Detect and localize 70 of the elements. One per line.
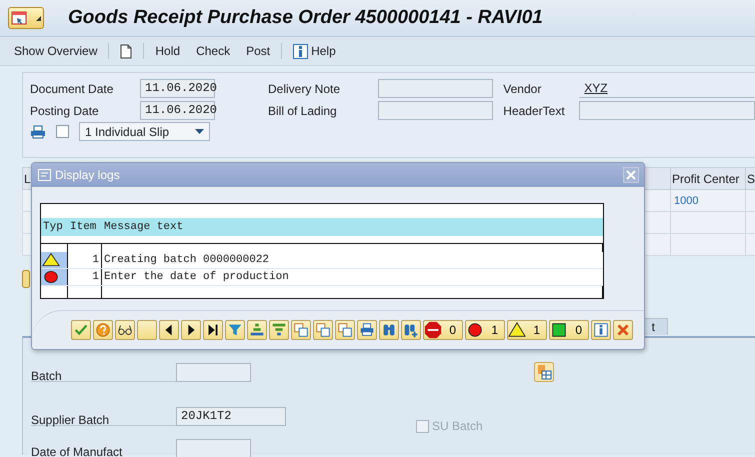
close-icon xyxy=(626,170,636,180)
binoculars-plus-button[interactable] xyxy=(401,320,421,340)
list-icon[interactable] xyxy=(22,270,30,288)
field-label: HeaderText xyxy=(503,104,566,118)
glasses-button[interactable] xyxy=(115,320,135,340)
input-field[interactable]: 20JK1T2 xyxy=(176,406,286,426)
toolbar-button[interactable]: Show Overview xyxy=(6,41,106,61)
dropdown-arrow-icon xyxy=(195,129,204,134)
checkbox[interactable] xyxy=(56,125,69,138)
toolbar-button[interactable]: Post xyxy=(238,41,278,61)
info-button[interactable] xyxy=(591,320,611,340)
field-label: Delivery Note xyxy=(268,82,342,96)
table-cell: 1 xyxy=(68,252,102,268)
error-filter-button[interactable]: 1 xyxy=(465,320,505,340)
binoculars-button[interactable] xyxy=(379,320,399,340)
input-field[interactable] xyxy=(176,362,251,382)
input-field[interactable]: 11.06.2020 xyxy=(140,101,215,120)
sort-descending-button[interactable] xyxy=(269,320,289,340)
table-cell: 1000 xyxy=(670,190,746,212)
success-filter-button[interactable]: 0 xyxy=(549,320,589,340)
copy-icon xyxy=(292,321,310,339)
caret-icon xyxy=(36,16,41,20)
input-field[interactable] xyxy=(176,438,251,457)
slip-dropdown[interactable]: 1 Individual Slip xyxy=(79,122,210,141)
printer-icon xyxy=(358,321,376,339)
info-icon xyxy=(293,44,308,58)
menu-button[interactable] xyxy=(8,7,44,29)
window-icon xyxy=(38,169,51,181)
column-header[interactable]: Message text xyxy=(102,218,603,236)
field-label: Vendor xyxy=(503,82,542,96)
field-label: Posting Date xyxy=(30,104,100,118)
check-button[interactable] xyxy=(71,320,91,340)
field-label: Bill of Lading xyxy=(268,104,338,118)
copy-button[interactable] xyxy=(291,320,311,340)
copy-button[interactable] xyxy=(313,320,333,340)
input-field[interactable]: XYZ xyxy=(579,79,755,98)
column-header[interactable]: Profit Center xyxy=(670,168,746,190)
previous-button[interactable] xyxy=(159,320,179,340)
printer-button[interactable] xyxy=(357,320,377,340)
window-icon xyxy=(11,11,27,25)
message-text: Creating batch 0000000022 xyxy=(103,253,270,268)
table-icon[interactable] xyxy=(534,362,554,382)
input-field[interactable]: 11.06.2020 xyxy=(140,79,215,98)
help-button[interactable]: Help xyxy=(285,40,344,62)
toolbar-button[interactable]: Check xyxy=(188,41,238,61)
copy-icon xyxy=(314,321,332,339)
copy-button[interactable] xyxy=(335,320,355,340)
copy-icon xyxy=(336,321,354,339)
printer-icon[interactable] xyxy=(30,124,46,138)
document-icon xyxy=(120,44,132,58)
warning-filter-button[interactable]: 1 xyxy=(507,320,547,340)
column-header[interactable]: Typ xyxy=(41,218,68,236)
column-header[interactable]: Item xyxy=(68,218,102,236)
window-title: Goods Receipt Purchase Order 4500000141 - RAVI01 xyxy=(68,7,543,29)
table-cell: 1 xyxy=(68,269,102,285)
cancel-button[interactable] xyxy=(613,320,633,340)
input-field[interactable] xyxy=(579,101,755,120)
next-button[interactable] xyxy=(181,320,201,340)
toolbar-button[interactable]: Hold xyxy=(147,41,188,61)
last-button[interactable] xyxy=(203,320,223,340)
info-icon xyxy=(592,321,610,339)
help-button[interactable] xyxy=(93,320,113,340)
stop-filter-button[interactable]: 0 xyxy=(423,320,463,340)
sort-ascending-button[interactable] xyxy=(247,320,267,340)
input-field[interactable] xyxy=(378,101,494,120)
field-label: Document Date xyxy=(30,82,114,96)
dialog-title: Display logs xyxy=(55,168,121,182)
message-text: Enter the date of production xyxy=(103,270,290,285)
input-field[interactable] xyxy=(378,79,494,98)
help-icon xyxy=(94,321,112,339)
